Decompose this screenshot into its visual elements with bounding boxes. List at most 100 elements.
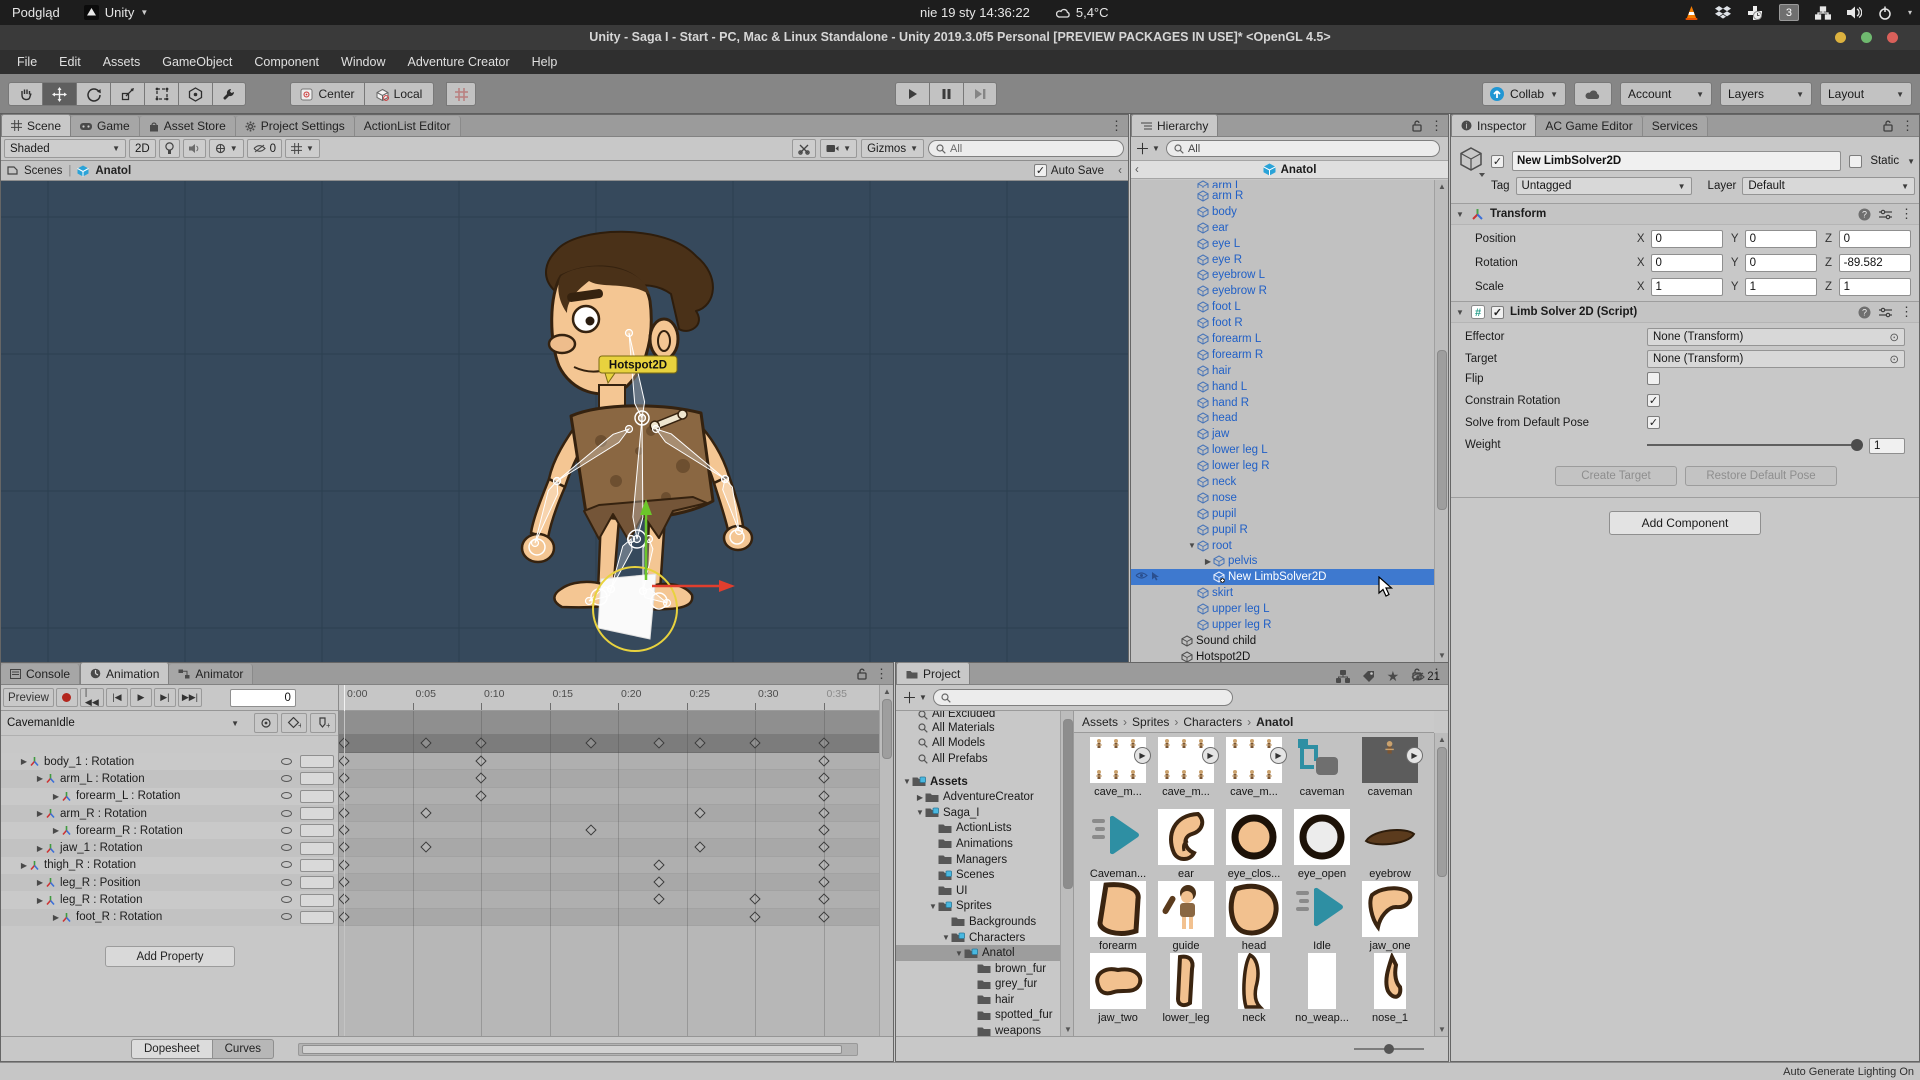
folder-weapons[interactable]: weapons [896, 1023, 1073, 1036]
menu-item-edit[interactable]: Edit [48, 55, 92, 69]
hierarchy-item-hair[interactable]: hair [1131, 363, 1434, 379]
tab-actionlist-editor[interactable]: ActionList Editor [355, 116, 461, 136]
expander-icon[interactable]: ▼ [928, 902, 938, 911]
curve-toggle-icon[interactable] [281, 842, 292, 854]
folder-scenes[interactable]: Scenes [896, 867, 1073, 883]
pickability-icon[interactable] [1151, 571, 1161, 581]
presets-icon[interactable] [1879, 307, 1892, 318]
hierarchy-scrollbar[interactable]: ▲ ▼ [1434, 180, 1448, 662]
curve-toggle-icon[interactable] [281, 790, 292, 802]
timeline-hscrollbar[interactable] [298, 1043, 858, 1056]
camera-settings-dropdown[interactable]: ▼ [820, 139, 857, 158]
gameobject-name-field[interactable]: New LimbSolver2D [1512, 151, 1841, 171]
hierarchy-item-foot-l[interactable]: foot L [1131, 299, 1434, 315]
curve-toggle-icon[interactable] [281, 894, 292, 906]
clock[interactable]: nie 19 sty 14:36:22 [920, 5, 1030, 20]
expander-icon[interactable]: ▶ [51, 826, 61, 835]
account-dropdown[interactable]: Account▼ [1620, 82, 1712, 106]
step-button[interactable] [963, 82, 997, 106]
layout-dropdown[interactable]: Layout▼ [1820, 82, 1912, 106]
anim-property-foot_R[interactable]: ▶foot_R : Rotation [1, 909, 338, 926]
expander-icon[interactable]: ▼ [1187, 541, 1197, 550]
asset-cave-m---[interactable]: ▶cave_m... [1086, 737, 1150, 798]
hierarchy-item-eyebrow-l[interactable]: eyebrow L [1131, 267, 1434, 283]
presets-icon[interactable] [1879, 209, 1892, 220]
timeline-row[interactable] [339, 805, 879, 822]
hierarchy-search-input[interactable]: All [1166, 140, 1440, 157]
folder-assets[interactable]: ▼Assets [896, 774, 1073, 790]
hierarchy-item-pupil[interactable]: pupil [1131, 506, 1434, 522]
tab-hierarchy[interactable]: Hierarchy [1131, 114, 1218, 136]
lock-icon[interactable] [1412, 120, 1422, 132]
anim-property-thigh_R[interactable]: ▶thigh_R : Rotation [1, 857, 338, 874]
anim-property-body_1[interactable]: ▶body_1 : Rotation [1, 753, 338, 770]
keyframe[interactable] [585, 825, 596, 836]
asset-neck[interactable]: neck [1222, 953, 1286, 1024]
expander-icon[interactable]: ▶ [19, 861, 29, 870]
rotation-x-field[interactable]: 0 [1651, 254, 1723, 272]
hierarchy-item-root[interactable]: ▼root [1131, 538, 1434, 554]
position-z-field[interactable]: 0 [1839, 230, 1911, 248]
hierarchy-item-eye-r[interactable]: eye R [1131, 252, 1434, 268]
curves-tab[interactable]: Curves [213, 1039, 274, 1059]
window-title-bar[interactable]: Unity - Saga I - Start - PC, Mac & Linux… [0, 25, 1920, 50]
pivot-mode-button[interactable]: Center [290, 82, 364, 106]
lock-icon[interactable] [857, 668, 867, 680]
expander-icon[interactable]: ▶ [35, 809, 45, 818]
keyframe[interactable] [421, 807, 432, 818]
curve-toggle-icon[interactable] [281, 877, 292, 889]
tab-animator[interactable]: Animator [169, 664, 253, 684]
hierarchy-item-hand-l[interactable]: hand L [1131, 379, 1434, 395]
visibility-eye-icon[interactable] [1135, 571, 1148, 580]
position-y-field[interactable]: 0 [1745, 230, 1817, 248]
component-tools-button[interactable] [792, 139, 816, 158]
create-asset-button[interactable]: ＋▼ [902, 687, 927, 708]
scale-tool-button[interactable] [110, 82, 144, 106]
property-value-field[interactable] [300, 894, 334, 907]
property-value-field[interactable] [300, 772, 334, 785]
tab-inspector[interactable]: iInspector [1451, 114, 1536, 136]
gizmos-dropdown[interactable]: Gizmos▼ [861, 139, 924, 158]
property-value-field[interactable] [300, 876, 334, 889]
curve-toggle-icon[interactable] [281, 756, 292, 768]
flip-checkbox[interactable] [1647, 372, 1660, 385]
shading-mode-dropdown[interactable]: Shaded▼ [4, 139, 126, 158]
folder-spotted_fur[interactable]: spotted_fur [896, 1008, 1073, 1024]
expander-icon[interactable]: ▼ [902, 777, 912, 786]
folder-backgrounds[interactable]: Backgrounds [896, 914, 1073, 930]
keyframe[interactable] [695, 737, 706, 748]
folder-actionlists[interactable]: ActionLists [896, 821, 1073, 837]
breadcrumb-scenes[interactable]: Scenes [24, 165, 62, 177]
asset-forearm[interactable]: forearm [1086, 881, 1150, 952]
expander-icon[interactable]: ▼ [915, 808, 925, 817]
hierarchy-item-lower-leg-r[interactable]: lower leg R [1131, 458, 1434, 474]
animation-scrollbar[interactable]: ▲ [879, 685, 893, 1036]
play-overlay-icon[interactable]: ▶ [1134, 747, 1151, 764]
time-tracker-icon[interactable] [1747, 5, 1763, 21]
menu-item-help[interactable]: Help [521, 55, 569, 69]
layer-dropdown[interactable]: Default▼ [1742, 177, 1915, 195]
weather-widget[interactable]: 5,4°C [1056, 5, 1109, 20]
asset-no-weap---[interactable]: no_weap... [1290, 953, 1354, 1024]
next-key-button[interactable]: ▶| [154, 688, 176, 707]
keyframe[interactable] [695, 807, 706, 818]
folder-animations[interactable]: Animations [896, 836, 1073, 852]
breadcrumb-assets[interactable]: Assets [1082, 715, 1118, 729]
filter-by-selection-button[interactable] [254, 713, 278, 733]
breadcrumb-scene-name[interactable]: Anatol [95, 165, 131, 177]
hierarchy-item-hotspot2d[interactable]: Hotspot2D [1131, 649, 1434, 662]
minimize-button[interactable] [1835, 32, 1846, 43]
asset-eye-open[interactable]: eye_open [1290, 809, 1354, 880]
curve-toggle-icon[interactable] [281, 808, 292, 820]
keyframe[interactable] [653, 894, 664, 905]
hierarchy-item-head[interactable]: head [1131, 410, 1434, 426]
hierarchy-scene-header[interactable]: ‹ Anatol [1131, 161, 1448, 179]
asset-lower-leg[interactable]: lower_leg [1154, 953, 1218, 1024]
asset-guide[interactable]: guide [1154, 881, 1218, 952]
foldout-icon[interactable]: ▼ [1455, 210, 1465, 219]
restore-default-pose-button[interactable]: Restore Default Pose [1685, 466, 1837, 486]
timeline-row[interactable] [339, 770, 879, 787]
hierarchy-item-forearm-l[interactable]: forearm L [1131, 331, 1434, 347]
tree-scrollbar[interactable]: ▼ [1060, 711, 1073, 1036]
hierarchy-item-forearm-r[interactable]: forearm R [1131, 347, 1434, 363]
